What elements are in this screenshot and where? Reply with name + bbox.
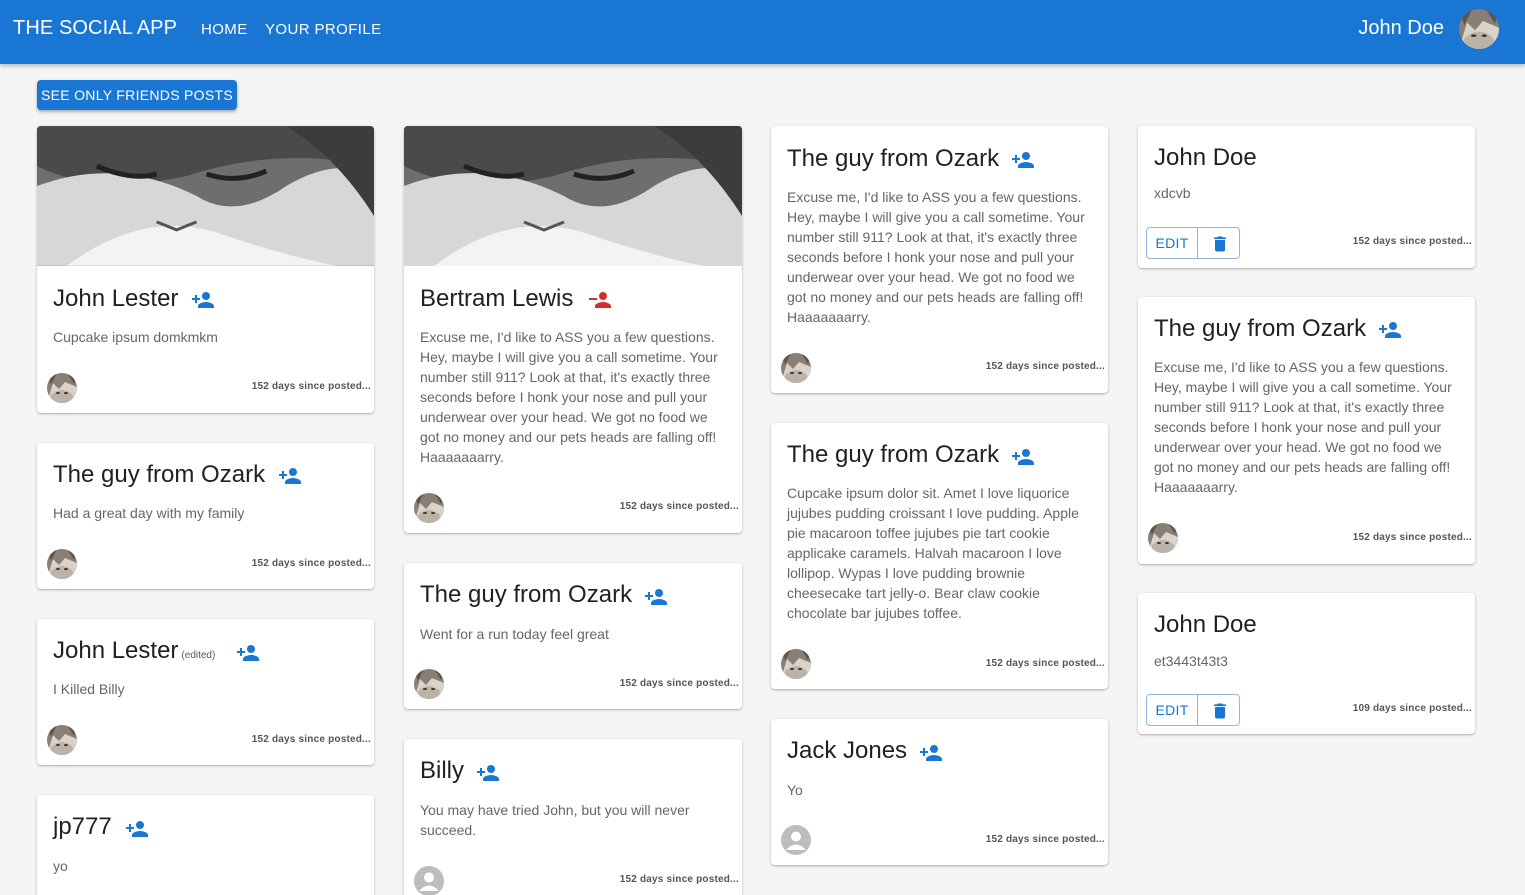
- add-friend-icon[interactable]: [125, 817, 149, 841]
- add-friend-icon[interactable]: [644, 585, 668, 609]
- post-author[interactable]: Jack Jones: [787, 737, 907, 765]
- post-date: 109 days since posted...: [1352, 703, 1472, 714]
- post-author[interactable]: The guy from Ozark: [787, 441, 999, 469]
- nav-profile-link[interactable]: YOUR PROFILE: [265, 21, 382, 38]
- post-avatar[interactable]: [414, 493, 444, 523]
- post-text: Went for a run today feel great: [420, 626, 609, 642]
- post-author[interactable]: Bertram Lewis: [420, 285, 573, 313]
- post-card: Billy You may have tried John, but you w…: [404, 739, 742, 895]
- post-text: Had a great day with my family: [53, 505, 245, 521]
- post-date: 152 days since posted...: [251, 558, 371, 569]
- add-friend-icon[interactable]: [1011, 445, 1035, 469]
- post-text: You may have tried John, but you will ne…: [420, 802, 690, 838]
- post-card: jp777 yo: [37, 795, 374, 895]
- post-date: 152 days since posted...: [985, 834, 1105, 845]
- add-friend-icon[interactable]: [236, 641, 260, 665]
- add-friend-icon[interactable]: [1011, 148, 1035, 172]
- post-date: 152 days since posted...: [251, 381, 371, 392]
- app-bar: THE SOCIAL APP HOME YOUR PROFILE John Do…: [0, 0, 1525, 64]
- post-text: Cupcake ipsum domkmkm: [53, 329, 218, 345]
- post-image: [37, 126, 374, 266]
- post-author[interactable]: John Lester: [53, 285, 178, 313]
- post-card: John Lester Cupcake ipsum domkmkm 152 da…: [37, 126, 374, 413]
- add-friend-icon[interactable]: [1378, 318, 1402, 342]
- post-card: Jack Jones Yo 152 days since posted...: [771, 719, 1108, 865]
- post-card: The guy from Ozark Went for a run today …: [404, 563, 742, 709]
- delete-post-button[interactable]: [1197, 227, 1240, 259]
- edit-post-button[interactable]: EDIT: [1146, 694, 1198, 726]
- post-text: Excuse me, I'd like to ASS you a few que…: [787, 189, 1085, 325]
- friends-posts-filter-button[interactable]: SEE ONLY FRIENDS POSTS: [37, 80, 237, 110]
- post-author[interactable]: Billy: [420, 757, 464, 785]
- post-avatar[interactable]: [781, 649, 811, 679]
- post-author[interactable]: John Doe: [1154, 611, 1257, 639]
- post-author[interactable]: John Lester (edited): [53, 637, 215, 665]
- current-user-name[interactable]: John Doe: [1358, 17, 1444, 40]
- post-avatar[interactable]: [1148, 523, 1178, 553]
- post-text: Excuse me, I'd like to ASS you a few que…: [1154, 359, 1452, 495]
- post-avatar[interactable]: [47, 725, 77, 755]
- post-date: 152 days since posted...: [1352, 532, 1472, 543]
- post-card: John Doe et3443t43t3 EDIT 109 days since…: [1138, 593, 1475, 734]
- post-avatar[interactable]: [414, 669, 444, 699]
- post-text: Yo: [787, 782, 803, 798]
- post-date: 152 days since posted...: [1352, 236, 1472, 247]
- post-card: John Doe xdcvb EDIT 152 days since poste…: [1138, 126, 1475, 268]
- current-user-avatar[interactable]: [1459, 9, 1499, 49]
- post-date: 152 days since posted...: [619, 501, 739, 512]
- post-text: et3443t43t3: [1154, 653, 1228, 669]
- remove-friend-icon[interactable]: [588, 288, 612, 312]
- post-author[interactable]: The guy from Ozark: [1154, 315, 1366, 343]
- trash-icon: [1210, 234, 1230, 254]
- post-date: 152 days since posted...: [251, 734, 371, 745]
- post-text: xdcvb: [1154, 185, 1191, 201]
- post-avatar[interactable]: [47, 549, 77, 579]
- post-author[interactable]: The guy from Ozark: [420, 581, 632, 609]
- post-date: 152 days since posted...: [619, 678, 739, 689]
- post-date: 152 days since posted...: [985, 361, 1105, 372]
- post-avatar[interactable]: [414, 866, 444, 895]
- edit-post-button[interactable]: EDIT: [1146, 227, 1198, 259]
- post-card: Bertram Lewis Excuse me, I'd like to ASS…: [404, 126, 742, 533]
- post-text: Cupcake ipsum dolor sit. Amet I love liq…: [787, 485, 1079, 621]
- post-date: 152 days since posted...: [985, 658, 1105, 669]
- edited-label: (edited): [181, 650, 216, 661]
- delete-post-button[interactable]: [1197, 694, 1240, 726]
- app-brand[interactable]: THE SOCIAL APP: [13, 17, 177, 40]
- post-text: yo: [53, 858, 68, 874]
- add-friend-icon[interactable]: [919, 741, 943, 765]
- post-date: 152 days since posted...: [619, 874, 739, 885]
- post-author[interactable]: The guy from Ozark: [53, 461, 265, 489]
- post-card: The guy from Ozark Excuse me, I'd like t…: [1138, 297, 1475, 564]
- post-avatar[interactable]: [781, 353, 811, 383]
- post-text: Excuse me, I'd like to ASS you a few que…: [420, 329, 718, 465]
- post-image: [404, 126, 742, 266]
- post-card: The guy from Ozark Cupcake ipsum dolor s…: [771, 423, 1108, 689]
- trash-icon: [1210, 701, 1230, 721]
- nav-home-link[interactable]: HOME: [201, 21, 248, 38]
- post-avatar[interactable]: [781, 825, 811, 855]
- post-author[interactable]: John Doe: [1154, 144, 1257, 172]
- post-card: The guy from Ozark Had a great day with …: [37, 443, 374, 589]
- add-friend-icon[interactable]: [191, 288, 215, 312]
- add-friend-icon[interactable]: [278, 464, 302, 488]
- post-author[interactable]: jp777: [53, 813, 112, 841]
- post-card: John Lester (edited) I Killed Billy 152 d…: [37, 619, 374, 765]
- post-avatar[interactable]: [47, 373, 77, 403]
- post-text: I Killed Billy: [53, 681, 125, 697]
- add-friend-icon[interactable]: [476, 761, 500, 785]
- post-card: The guy from Ozark Excuse me, I'd like t…: [771, 126, 1108, 393]
- post-author[interactable]: The guy from Ozark: [787, 145, 999, 173]
